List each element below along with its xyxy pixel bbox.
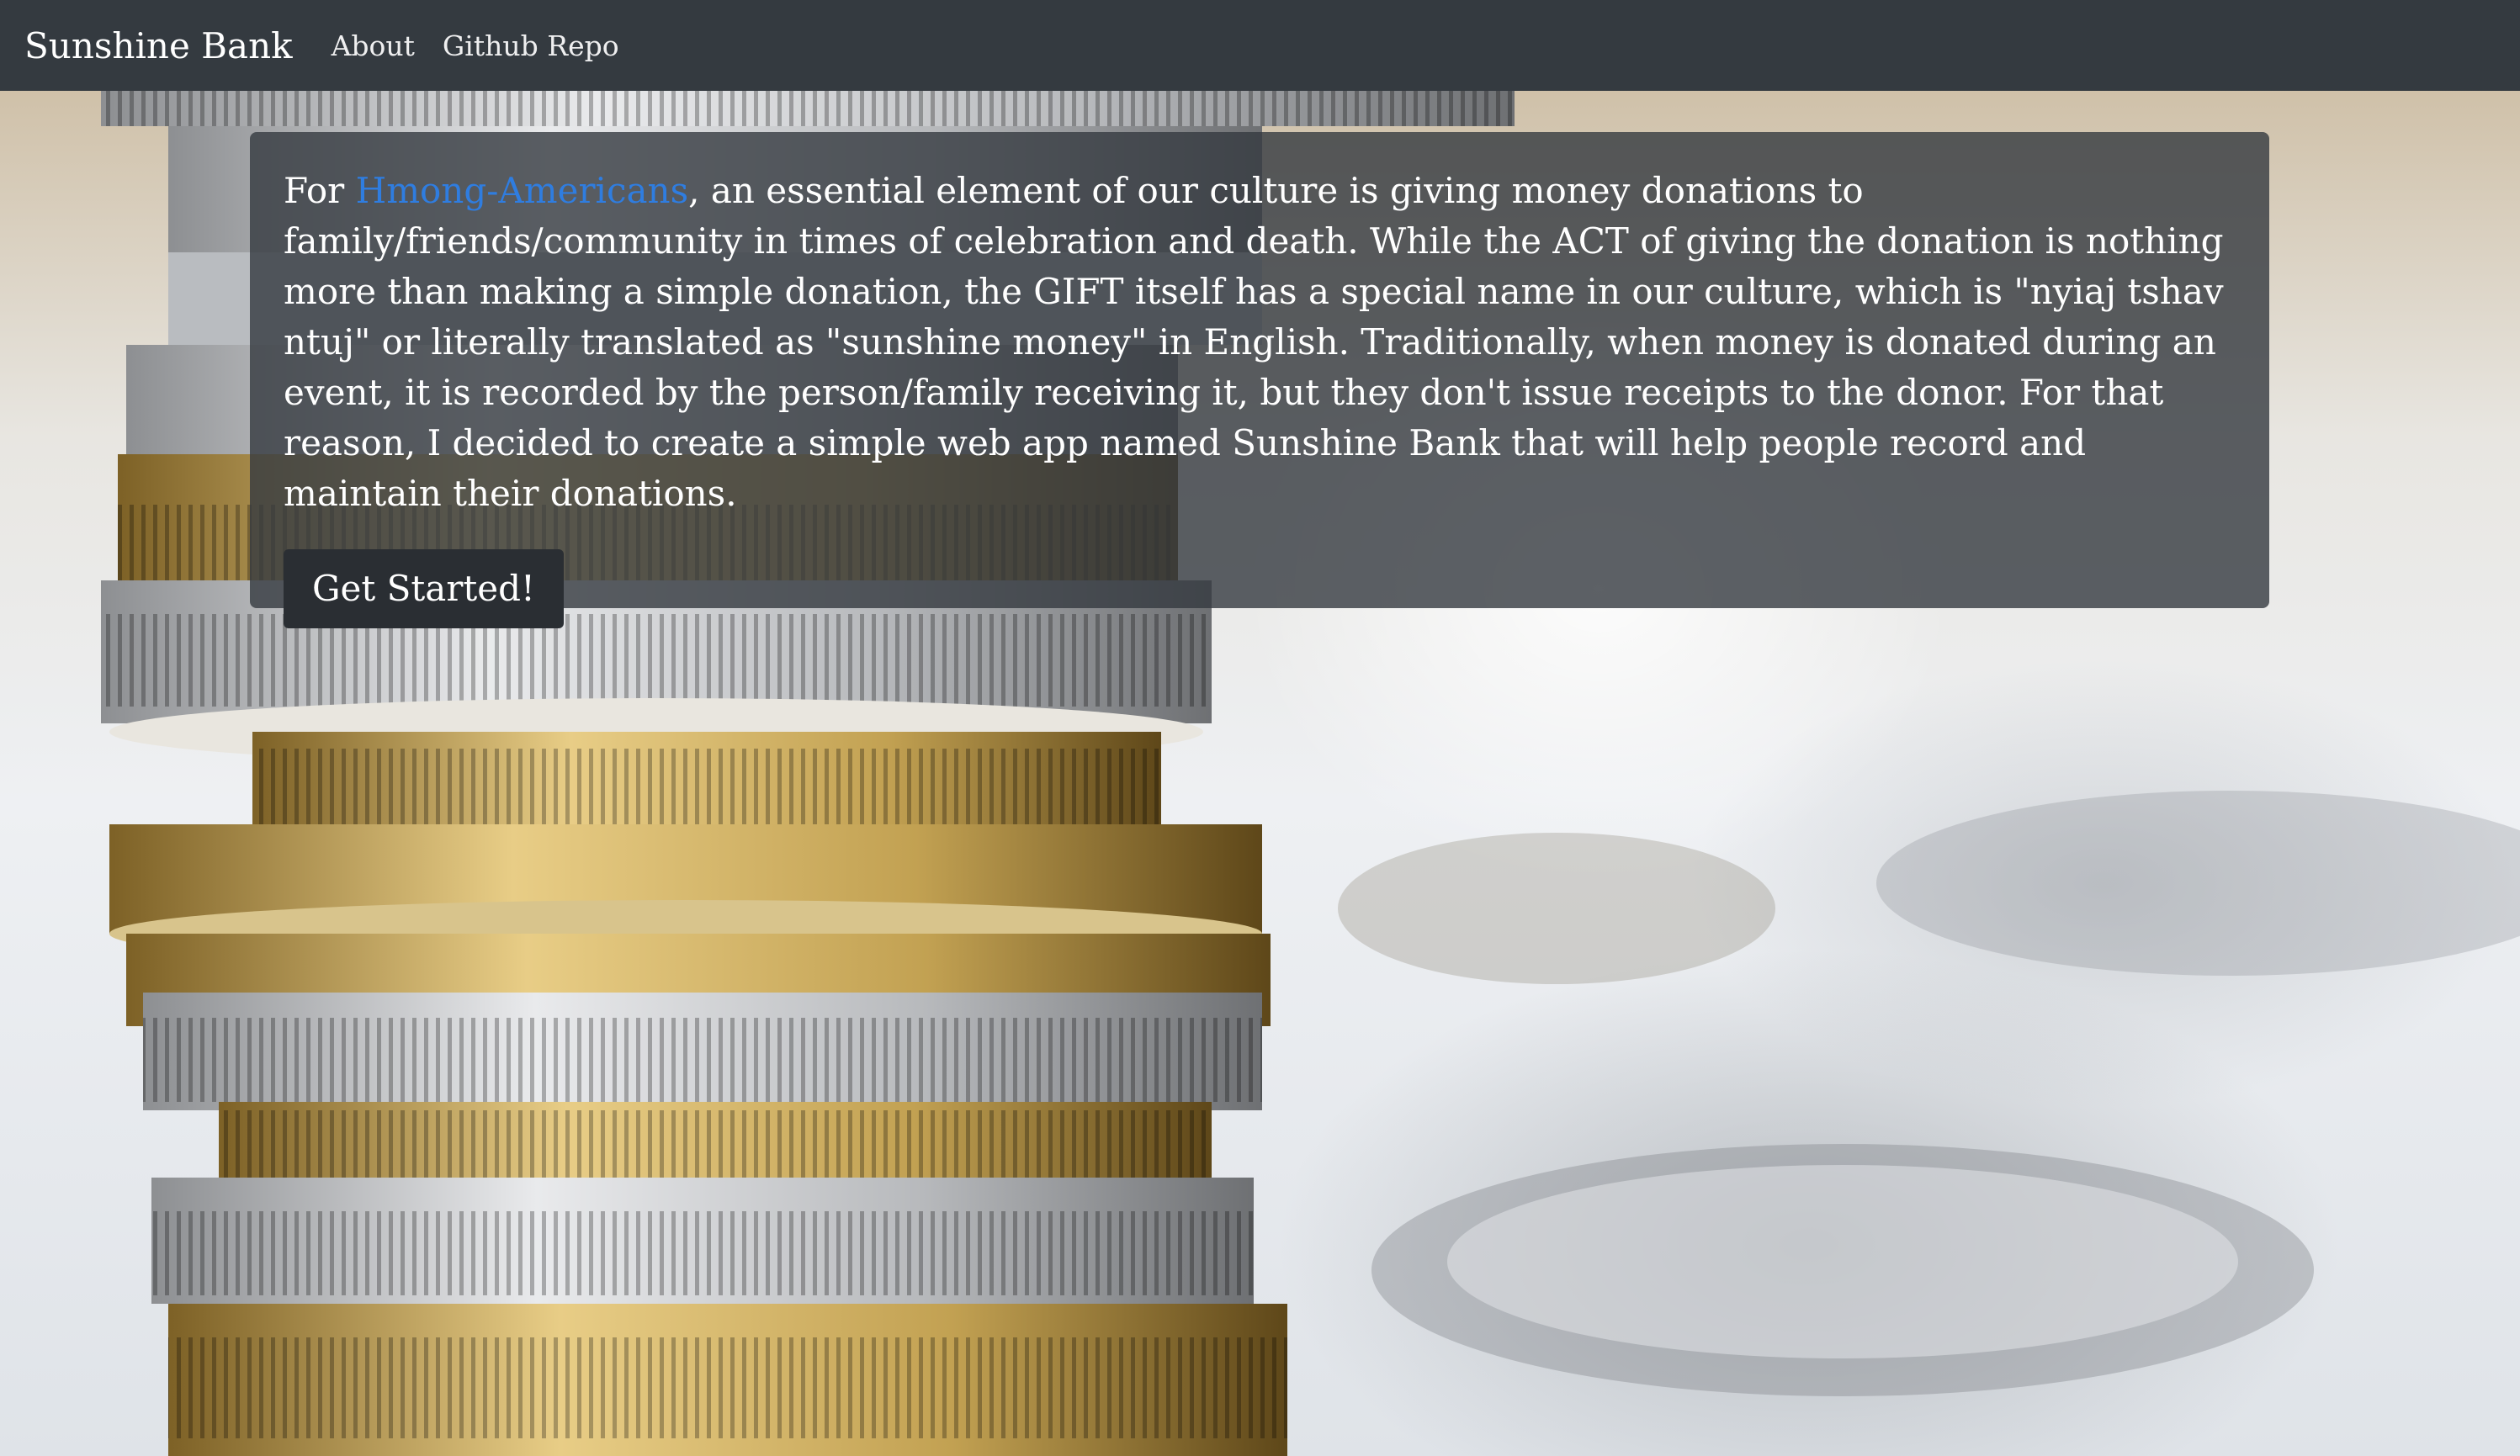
intro-text-after-link: , an essential element of our culture is… bbox=[284, 170, 2224, 514]
intro-card: For Hmong-Americans, an essential elemen… bbox=[250, 132, 2269, 628]
intro-paragraph: For Hmong-Americans, an essential elemen… bbox=[284, 166, 2237, 519]
nav-link-about[interactable]: About bbox=[332, 29, 415, 62]
navbar: Sunshine Bank About Github Repo bbox=[0, 0, 2520, 91]
hmong-americans-link[interactable]: Hmong-Americans bbox=[356, 170, 689, 211]
brand-link[interactable]: Sunshine Bank bbox=[24, 25, 293, 66]
get-started-button[interactable]: Get Started! bbox=[284, 549, 564, 628]
intro-text-before-link: For bbox=[284, 170, 356, 211]
nav-link-github-repo[interactable]: Github Repo bbox=[443, 29, 619, 62]
